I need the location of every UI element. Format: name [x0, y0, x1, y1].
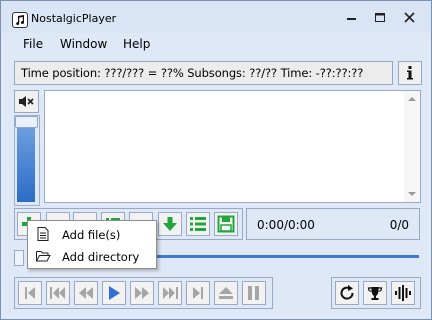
play-icon [109, 286, 120, 300]
refresh-icon [340, 285, 354, 300]
module-list[interactable] [44, 90, 421, 203]
module-count-text: 0/0 [389, 218, 409, 232]
eject-icon [219, 287, 233, 299]
waveform-icon [395, 285, 411, 301]
skip-forward-icon [163, 287, 178, 299]
time-display: 0:00/0:00 0/0 [246, 208, 420, 240]
volume-slider[interactable] [14, 115, 40, 206]
menu-add-files-label: Add file(s) [62, 228, 121, 242]
pause-button[interactable] [242, 281, 266, 305]
menu-help[interactable]: Help [123, 37, 150, 51]
maximize-button[interactable] [369, 9, 391, 27]
previous-module-button[interactable] [18, 281, 42, 305]
add-context-menu: Add file(s) Add directory [27, 220, 157, 269]
previous-song-button[interactable] [46, 281, 70, 305]
position-slider-thumb[interactable] [14, 250, 24, 266]
menu-add-files[interactable]: Add file(s) [28, 223, 156, 245]
menu-window[interactable]: Window [60, 37, 107, 51]
rewind-icon [79, 287, 93, 299]
skip-end-icon [193, 287, 203, 299]
module-info-button[interactable] [398, 61, 422, 85]
sample-info-button[interactable] [391, 281, 415, 305]
folder-open-icon [35, 248, 51, 264]
skip-back-icon [50, 287, 65, 299]
rewind-button[interactable] [74, 281, 98, 305]
list-icon [190, 217, 206, 231]
position-slider-track [154, 255, 419, 258]
fast-forward-button[interactable] [130, 281, 154, 305]
module-list-scrollbar[interactable] [404, 91, 420, 202]
next-song-button[interactable] [158, 281, 182, 305]
menu-file[interactable]: File [23, 37, 43, 51]
main-window: NostalgicPlayer File Window Help Time po… [0, 0, 432, 320]
module-info-text: Time position: ???/??? = ??% Subsongs: ?… [21, 66, 364, 80]
trophy-icon [367, 287, 383, 300]
close-button[interactable] [399, 9, 421, 27]
speaker-mute-icon [19, 96, 34, 107]
favorites-button[interactable] [363, 281, 387, 305]
next-module-button[interactable] [186, 281, 210, 305]
window-title: NostalgicPlayer [31, 12, 117, 25]
list-button[interactable] [186, 212, 210, 236]
arrow-down-icon [163, 217, 177, 231]
eject-button[interactable] [214, 281, 238, 305]
fast-forward-icon [135, 287, 149, 299]
scroll-up-icon [408, 97, 416, 101]
pause-icon [248, 286, 259, 300]
info-icon [407, 66, 413, 80]
app-icon [12, 12, 28, 28]
save-icon [217, 215, 235, 233]
skip-start-icon [25, 287, 35, 299]
play-button[interactable] [102, 281, 126, 305]
minimize-button[interactable] [341, 9, 363, 27]
menu-add-directory[interactable]: Add directory [28, 245, 156, 267]
volume-slider-thumb[interactable] [15, 116, 38, 128]
volume-level-fill [17, 122, 35, 202]
menu-add-directory-label: Add directory [62, 250, 140, 264]
scroll-down-icon [408, 192, 416, 196]
title-bar[interactable]: NostalgicPlayer [1, 1, 431, 33]
time-display-text: 0:00/0:00 [257, 218, 315, 232]
file-icon [35, 226, 51, 242]
module-info-bar: Time position: ???/??? = ??% Subsongs: ?… [14, 61, 393, 85]
loop-button[interactable] [335, 281, 359, 305]
mute-button[interactable] [14, 90, 39, 113]
move-down-button[interactable] [158, 212, 182, 236]
save-list-button[interactable] [214, 212, 238, 236]
